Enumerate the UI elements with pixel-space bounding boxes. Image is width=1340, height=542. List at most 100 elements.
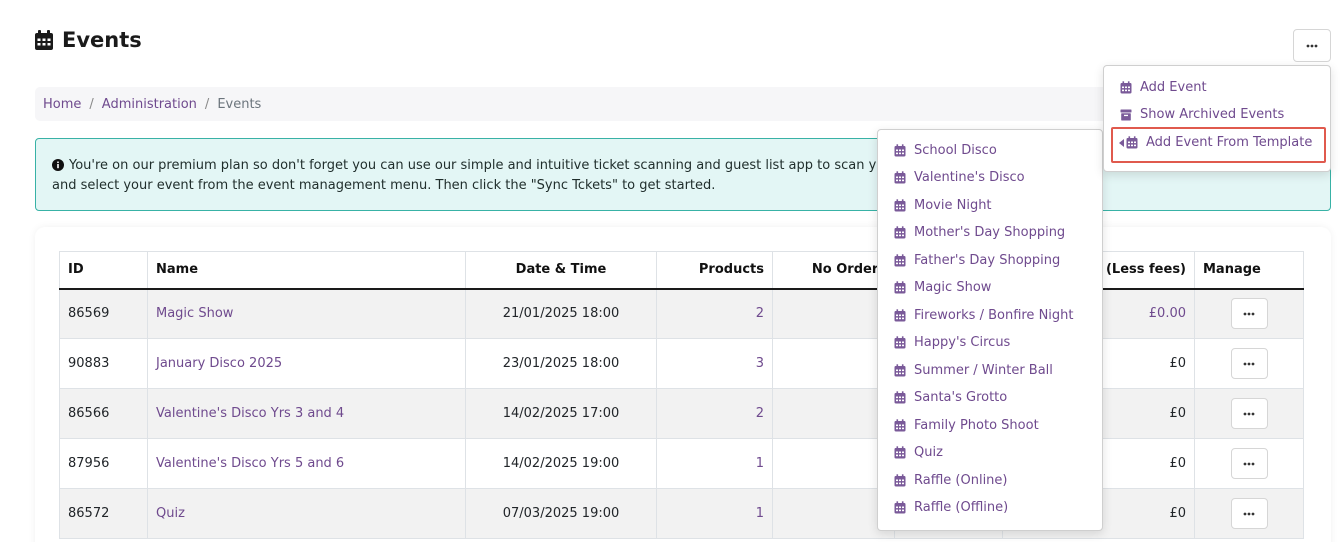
show-archived-events-label: Show Archived Events: [1140, 107, 1285, 122]
event-name-link[interactable]: January Disco 2025: [156, 356, 282, 371]
template-item-summer-winter-ball[interactable]: Summer / Winter Ball: [894, 363, 1053, 378]
template-item-raffle-offline[interactable]: Raffle (Offline): [894, 500, 1008, 515]
products-count-link[interactable]: 3: [756, 356, 764, 371]
template-item-label: Summer / Winter Ball: [914, 363, 1053, 378]
add-event-item[interactable]: Add Event: [1120, 80, 1207, 95]
template-item-label: Movie Night: [914, 198, 992, 213]
table-header-row: ID Name Date & Time Products No Orders e…: [59, 251, 1304, 290]
column-header-name[interactable]: Name: [147, 251, 466, 290]
template-item-label: Mother's Day Shopping: [914, 225, 1066, 240]
manage-button[interactable]: [1230, 348, 1268, 379]
products-count-link[interactable]: 2: [756, 306, 764, 321]
row-id: 86566: [59, 388, 148, 439]
breadcrumb: Home / Administration / Events: [35, 87, 1135, 121]
breadcrumb-current: Events: [217, 96, 262, 112]
row-id: 90883: [59, 338, 148, 389]
row-datetime: 14/02/2025 17:00: [465, 388, 657, 439]
table-row: 86569 Magic Show 21/01/2025 18:00 2 £0.0…: [59, 288, 1304, 339]
page-title-text: Events: [62, 28, 142, 52]
calendar-icon: [894, 254, 906, 267]
breadcrumb-home[interactable]: Home: [43, 97, 81, 112]
highlight-annotation: [1111, 127, 1326, 163]
sales-value-link[interactable]: £0.00: [1149, 306, 1186, 321]
row-datetime: 07/03/2025 19:00: [465, 488, 657, 539]
manage-button[interactable]: [1230, 298, 1268, 330]
table-row: 87956 Valentine's Disco Yrs 5 and 6 14/0…: [59, 438, 1304, 489]
template-item-label: Valentine's Disco: [914, 170, 1025, 185]
template-item-magic-show[interactable]: Magic Show: [894, 280, 991, 295]
template-item-family-photo-shoot[interactable]: Family Photo Shoot: [894, 418, 1039, 433]
template-item-movie-night[interactable]: Movie Night: [894, 198, 992, 213]
template-submenu: School Disco Valentine's Disco Movie Nig…: [877, 129, 1103, 531]
template-item-mothers-day-shopping[interactable]: Mother's Day Shopping: [894, 225, 1065, 240]
show-archived-events-item[interactable]: Show Archived Events: [1120, 107, 1284, 122]
ellipsis-icon: [1306, 44, 1318, 47]
row-id: 86569: [59, 288, 148, 339]
calendar-icon: [894, 226, 906, 239]
template-item-label: School Disco: [914, 143, 997, 158]
table-row: 90883 January Disco 2025 23/01/2025 18:0…: [59, 338, 1304, 389]
template-item-fathers-day-shopping[interactable]: Father's Day Shopping: [894, 253, 1060, 268]
calendar-icon: [894, 446, 906, 459]
calendar-icon: [894, 391, 906, 404]
template-item-raffle-online[interactable]: Raffle (Online): [894, 473, 1008, 488]
calendar-icon: [894, 144, 906, 157]
calendar-icon: [894, 309, 906, 322]
calendar-icon: [894, 336, 906, 349]
row-datetime: 23/01/2025 18:00: [465, 338, 657, 389]
ellipsis-icon: [1243, 412, 1255, 415]
template-item-label: Fireworks / Bonfire Night: [914, 308, 1074, 323]
ellipsis-icon: [1243, 362, 1255, 365]
event-name-link[interactable]: Magic Show: [156, 306, 233, 321]
template-item-label: Raffle (Online): [914, 473, 1008, 488]
calendar-icon: [894, 501, 906, 514]
manage-button[interactable]: [1230, 498, 1268, 529]
page-title: Events: [34, 28, 142, 52]
products-count-link[interactable]: 2: [756, 406, 764, 421]
products-count-link[interactable]: 1: [756, 506, 764, 521]
template-item-label: Family Photo Shoot: [914, 418, 1039, 433]
page-actions-button[interactable]: [1293, 29, 1331, 62]
template-item-label: Father's Day Shopping: [914, 253, 1061, 268]
template-item-label: Quiz: [914, 445, 943, 460]
template-item-fireworks-bonfire-night[interactable]: Fireworks / Bonfire Night: [894, 308, 1074, 323]
breadcrumb-administration[interactable]: Administration: [102, 97, 197, 112]
column-header-id[interactable]: ID: [59, 251, 148, 290]
table-row: 86566 Valentine's Disco Yrs 3 and 4 14/0…: [59, 388, 1304, 439]
ellipsis-icon: [1243, 462, 1255, 465]
ellipsis-icon: [1243, 512, 1255, 515]
calendar-icon: [894, 171, 906, 184]
alert-text-2: and select your event from the event man…: [52, 178, 716, 193]
ellipsis-icon: [1243, 312, 1255, 316]
calendar-icon: [1120, 81, 1132, 94]
template-item-valentines-disco[interactable]: Valentine's Disco: [894, 170, 1025, 185]
template-item-quiz[interactable]: Quiz: [894, 445, 943, 460]
breadcrumb-separator: /: [204, 96, 210, 112]
add-event-label: Add Event: [1140, 80, 1207, 95]
template-item-label: Happy's Circus: [914, 335, 1011, 350]
column-header-products[interactable]: Products: [656, 251, 773, 290]
events-table: ID Name Date & Time Products No Orders e…: [59, 251, 1304, 539]
template-item-happys-circus[interactable]: Happy's Circus: [894, 335, 1010, 350]
info-circle-icon: [52, 159, 64, 171]
template-item-label: Santa's Grotto: [914, 390, 1008, 405]
calendar-icon: [894, 364, 906, 377]
template-item-school-disco[interactable]: School Disco: [894, 143, 997, 158]
row-datetime: 14/02/2025 19:00: [465, 438, 657, 489]
template-item-label: Magic Show: [914, 280, 992, 295]
manage-button[interactable]: [1230, 398, 1268, 429]
calendar-icon: [894, 281, 906, 294]
template-item-santas-grotto[interactable]: Santa's Grotto: [894, 390, 1007, 405]
products-count-link[interactable]: 1: [756, 456, 764, 471]
calendar-icon: [894, 474, 906, 487]
template-item-label: Raffle (Offline): [914, 500, 1009, 515]
calendar-icon: [894, 199, 906, 212]
alert-text-1: You're on our premium plan so don't forg…: [69, 158, 885, 173]
column-header-datetime[interactable]: Date & Time: [465, 251, 657, 290]
event-name-link[interactable]: Valentine's Disco Yrs 3 and 4: [156, 406, 344, 421]
calendar-icon: [35, 30, 53, 50]
row-datetime: 21/01/2025 18:00: [465, 288, 657, 339]
event-name-link[interactable]: Valentine's Disco Yrs 5 and 6: [156, 456, 344, 471]
manage-button[interactable]: [1230, 448, 1268, 479]
event-name-link[interactable]: Quiz: [156, 506, 185, 521]
